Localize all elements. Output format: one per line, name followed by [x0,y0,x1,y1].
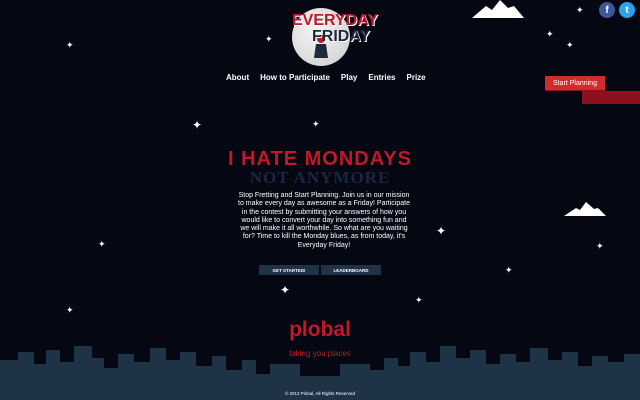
social-links: f t [599,2,635,18]
cloud-decoration [564,202,606,216]
twitter-icon[interactable]: t [619,2,635,18]
star-decoration: ✦ [265,35,273,45]
nav-entries[interactable]: Entries [368,73,395,82]
nav-play[interactable]: Play [341,73,357,82]
description: Stop Fretting and Start Planning. Join u… [238,192,410,249]
footer-copyright: © 2013 Plobal, All Rights Reserved [284,391,356,396]
facebook-icon[interactable]: f [599,2,615,18]
star-decoration: ✦ [436,224,447,238]
nav-about[interactable]: About [226,73,249,82]
get-started-button[interactable]: GET STARTED! [259,265,319,275]
star-decoration: ✦ [280,283,291,297]
logo-text-friday: FRIDAY [312,28,371,45]
star-decoration: ✦ [505,266,513,276]
star-decoration: ✦ [312,120,320,130]
plobal-logo[interactable]: plobal [0,318,640,342]
start-planning-button[interactable]: Start Planning [545,76,605,90]
everyday-friday-logo[interactable]: EVERYDAY FRIDAY [282,6,378,72]
star-decoration: ✦ [66,306,74,316]
star-decoration: ✦ [98,240,106,250]
cloud-decoration [472,0,524,18]
main-nav: About How to Participate Play Entries Pr… [226,73,426,82]
star-decoration: ✦ [546,30,554,40]
star-decoration: ✦ [576,6,584,16]
star-decoration: ✦ [566,41,574,51]
ribbon-tail [582,91,640,104]
leaderboard-button[interactable]: LEADERBOARD [321,265,381,275]
nav-prize[interactable]: Prize [407,73,426,82]
plobal-tagline: taking you places [289,349,351,358]
hero-buttons: GET STARTED! LEADERBOARD [259,265,381,275]
nav-how-to-participate[interactable]: How to Participate [260,73,330,82]
star-decoration: ✦ [415,296,423,306]
star-decoration: ✦ [596,242,604,252]
star-decoration: ✦ [66,41,74,51]
subheadline: NOT ANYMORE [249,168,391,187]
star-decoration: ✦ [192,118,203,132]
